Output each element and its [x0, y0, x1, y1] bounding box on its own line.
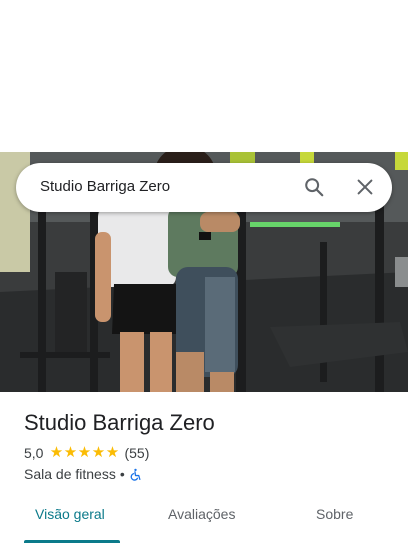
star-icon: ★: [49, 444, 64, 461]
top-blank-area: [0, 0, 408, 152]
star-icon: ★: [105, 444, 120, 461]
search-bar[interactable]: Studio Barriga Zero: [16, 163, 392, 212]
place-category: Sala de fitness: [24, 466, 116, 482]
search-icon-graphic: [305, 178, 324, 197]
search-icon[interactable]: [303, 176, 325, 198]
tab-reviews[interactable]: Avaliações: [168, 506, 235, 522]
tab-bar: Visão geral Avaliações Sobre: [0, 492, 408, 544]
review-count[interactable]: (55): [124, 445, 149, 461]
category-row: Sala de fitness •: [24, 466, 142, 482]
tab-about[interactable]: Sobre: [316, 506, 353, 522]
rating-row[interactable]: 5,0 ★ ★ ★ ★ ★ (55): [24, 445, 149, 461]
separator-dot: •: [119, 466, 125, 482]
rating-value: 5,0: [24, 445, 44, 461]
star-icon: ★: [91, 444, 106, 461]
star-icon: ★: [63, 444, 78, 461]
wheelchair-icon-graphic: [130, 468, 141, 481]
close-icon-graphic: [357, 179, 373, 195]
star-rating: ★ ★ ★ ★ ★: [49, 444, 120, 461]
wheelchair-icon: [129, 468, 142, 481]
active-tab-indicator: [24, 540, 120, 543]
tab-overview[interactable]: Visão geral: [35, 506, 105, 522]
place-title: Studio Barriga Zero: [24, 410, 215, 435]
search-input[interactable]: Studio Barriga Zero: [40, 178, 170, 195]
close-icon[interactable]: [354, 176, 376, 198]
star-icon: ★: [77, 444, 92, 461]
